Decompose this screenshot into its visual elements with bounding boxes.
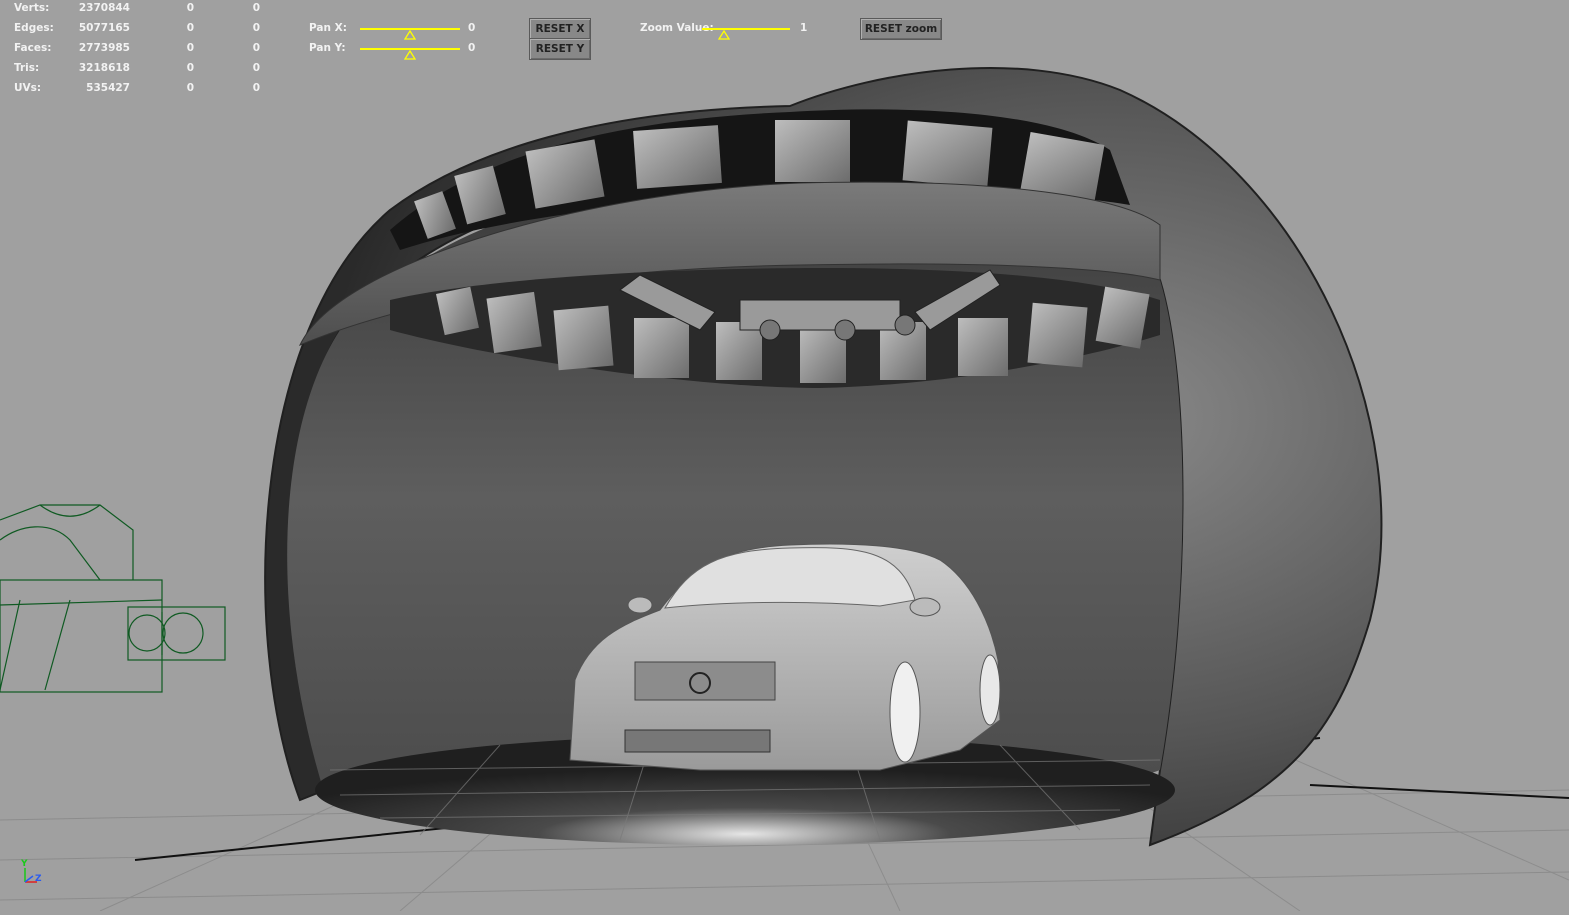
zoom-slider-handle[interactable] bbox=[718, 30, 730, 40]
scene bbox=[0, 67, 1569, 912]
stat-component: 0 bbox=[252, 2, 260, 14]
pan-y-label: Pan Y: bbox=[309, 42, 346, 54]
reset-zoom-button[interactable]: RESET zoom bbox=[860, 18, 942, 40]
axis-y-label: Y bbox=[21, 859, 28, 869]
stat-selected: 0 bbox=[186, 42, 194, 54]
stat-value: 535427 bbox=[86, 82, 130, 94]
stat-label: UVs: bbox=[14, 82, 42, 94]
zoom-slider[interactable] bbox=[702, 28, 790, 30]
stat-label: Edges: bbox=[14, 22, 54, 34]
stat-component: 0 bbox=[252, 82, 260, 94]
camera-wireframe bbox=[0, 504, 226, 693]
3d-viewport[interactable]: Verts: 2370844 0 0 Edges: 5077165 0 0 Faces: 2773… bbox=[0, 0, 1569, 912]
reset-x-button[interactable]: RESET X bbox=[529, 18, 591, 40]
stat-selected: 0 bbox=[186, 62, 194, 74]
pan-y-slider-handle[interactable] bbox=[404, 50, 416, 60]
stat-selected: 0 bbox=[186, 2, 194, 14]
stat-value: 3218618 bbox=[78, 62, 130, 74]
pan-x-slider-handle[interactable] bbox=[404, 30, 416, 40]
pan-y-value: 0 bbox=[468, 42, 476, 54]
stat-label: Tris: bbox=[14, 62, 40, 74]
stat-selected: 0 bbox=[186, 82, 194, 94]
stat-value: 2773985 bbox=[78, 42, 130, 54]
stat-label: Verts: bbox=[14, 2, 50, 14]
zoom-value: 1 bbox=[800, 22, 808, 34]
stat-value: 2370844 bbox=[78, 2, 130, 14]
stat-component: 0 bbox=[252, 42, 260, 54]
pan-x-value: 0 bbox=[468, 22, 476, 34]
stat-component: 0 bbox=[252, 22, 260, 34]
pan-x-label: Pan X: bbox=[309, 22, 347, 34]
reset-y-button[interactable]: RESET Y bbox=[529, 38, 591, 60]
stat-value: 5077165 bbox=[78, 22, 130, 34]
stat-selected: 0 bbox=[186, 22, 194, 34]
stat-label: Faces: bbox=[14, 42, 52, 54]
axis-z-label: Z bbox=[35, 874, 42, 884]
stat-component: 0 bbox=[252, 62, 260, 74]
